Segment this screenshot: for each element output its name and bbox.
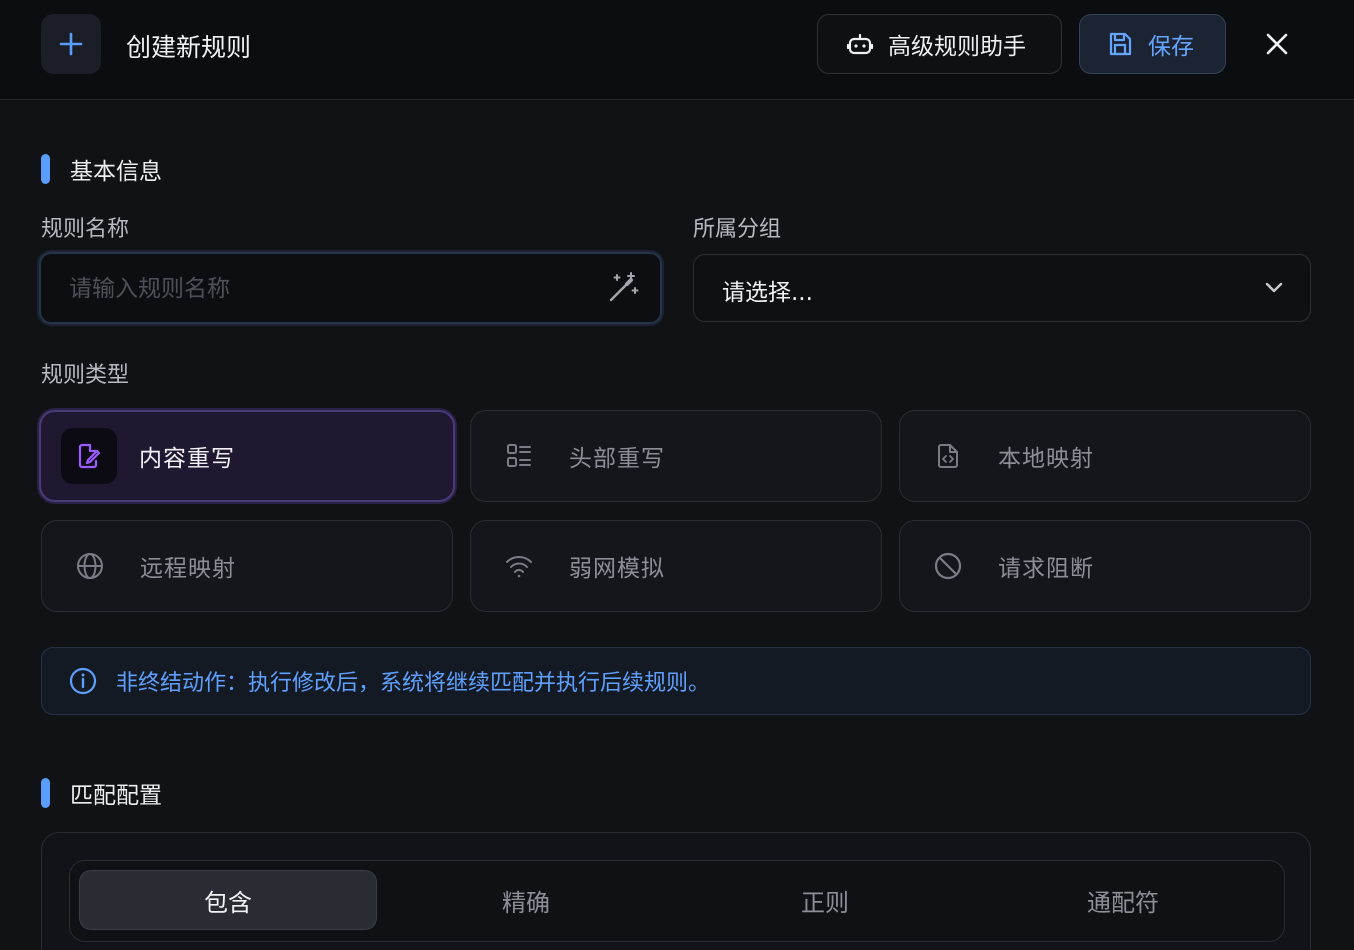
type-header-rewrite[interactable]: 头部重写 [470, 410, 882, 502]
save-icon [1109, 32, 1132, 56]
save-label: 保存 [1148, 34, 1194, 60]
type-request-block[interactable]: 请求阻断 [899, 520, 1311, 612]
magic-wand-icon[interactable] [605, 270, 641, 306]
robot-icon [846, 33, 874, 55]
notice-text: 非终结动作：执行修改后，系统将继续匹配并执行后续规则。 [116, 671, 711, 696]
match-mode-wildcard[interactable]: 通配符 [974, 870, 1272, 930]
group-select-value: 请选择... [722, 280, 813, 306]
type-icon-wrap [62, 538, 118, 594]
basic-info-title: 基本信息 [70, 159, 162, 185]
close-button[interactable] [1258, 25, 1296, 63]
type-local-mapping[interactable]: 本地映射 [899, 410, 1311, 502]
type-icon-wrap [491, 538, 547, 594]
wifi-icon [506, 556, 532, 578]
section-accent-bar [41, 154, 50, 184]
type-weak-network[interactable]: 弱网模拟 [470, 520, 882, 612]
type-label: 内容重写 [139, 446, 235, 472]
match-mode-contains[interactable]: 包含 [79, 870, 377, 930]
group-select[interactable]: 请选择... [693, 254, 1311, 322]
save-button[interactable]: 保存 [1079, 14, 1226, 74]
match-mode-regex[interactable]: 正则 [676, 870, 974, 930]
type-label: 请求阻断 [998, 556, 1094, 582]
match-config-panel: 包含 精确 正则 通配符 [41, 832, 1311, 950]
group-label: 所属分组 [693, 217, 782, 242]
code-file-icon [938, 444, 958, 468]
info-icon [69, 667, 97, 695]
rule-name-input[interactable] [69, 272, 589, 306]
match-config-heading: 匹配配置 [41, 776, 162, 810]
globe-icon [77, 553, 103, 579]
type-content-rewrite[interactable]: 内容重写 [39, 410, 455, 502]
block-icon [934, 552, 962, 580]
section-accent-bar [41, 778, 50, 808]
chevron-down-icon [1265, 282, 1283, 293]
non-terminal-notice: 非终结动作：执行修改后，系统将继续匹配并执行后续规则。 [41, 647, 1311, 715]
type-icon-wrap [920, 538, 976, 594]
close-icon [1266, 33, 1288, 55]
type-label: 头部重写 [569, 446, 665, 472]
type-label: 弱网模拟 [569, 556, 665, 582]
rule-assistant-label: 高级规则助手 [888, 34, 1026, 60]
list-icon [507, 444, 531, 467]
header-bar: 创建新规则 高级规则助手 保存 [0, 0, 1354, 100]
basic-info-heading: 基本信息 [41, 152, 162, 186]
type-icon-wrap [491, 428, 547, 484]
type-label: 远程映射 [140, 556, 236, 582]
match-mode-segmented: 包含 精确 正则 通配符 [69, 860, 1285, 942]
plus-icon [59, 32, 83, 56]
rule-name-field[interactable] [39, 252, 662, 324]
type-icon-wrap [61, 428, 117, 484]
type-icon-wrap [920, 428, 976, 484]
type-label: 本地映射 [998, 446, 1094, 472]
edit-file-icon [78, 443, 101, 469]
match-mode-exact[interactable]: 精确 [377, 870, 675, 930]
type-remote-mapping[interactable]: 远程映射 [41, 520, 453, 612]
rule-type-label: 规则类型 [41, 363, 130, 388]
add-rule-button[interactable] [41, 14, 101, 74]
rule-assistant-button[interactable]: 高级规则助手 [817, 14, 1062, 74]
match-config-title: 匹配配置 [70, 783, 162, 809]
page-title: 创建新规则 [126, 33, 252, 62]
rule-name-label: 规则名称 [41, 217, 130, 242]
